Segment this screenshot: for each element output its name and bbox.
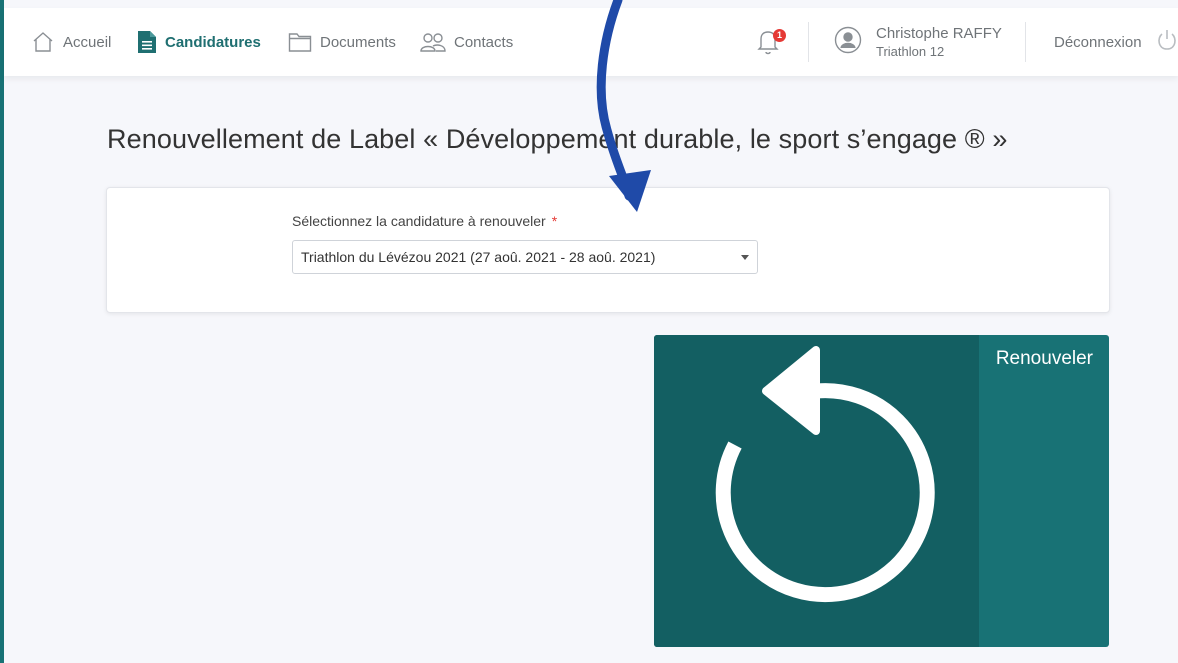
bell-icon	[756, 31, 780, 60]
user-name: Christophe RAFFY	[876, 25, 1002, 42]
header-divider	[1025, 22, 1026, 62]
home-icon	[31, 30, 55, 54]
user-avatar-icon	[834, 26, 862, 59]
logout-button[interactable]: Déconnexion	[1054, 8, 1178, 76]
nav-accueil[interactable]: Accueil	[31, 8, 111, 76]
candidature-select[interactable]: Triathlon du Lévézou 2021 (27 aoû. 2021 …	[292, 240, 758, 274]
notifications-button[interactable]: 1	[756, 26, 786, 58]
renewal-form-card: Sélectionnez la candidature à renouveler…	[106, 187, 1110, 313]
renew-label: Renouveler	[995, 348, 1093, 369]
candidature-select-label: Sélectionnez la candidature à renouveler…	[292, 213, 557, 229]
nav-candidatures-label: Candidatures	[165, 33, 261, 51]
candidature-select-value: Triathlon du Lévézou 2021 (27 aoû. 2021 …	[301, 249, 656, 265]
nav-contacts-label: Contacts	[454, 33, 514, 51]
notification-count-badge: 1	[773, 29, 786, 42]
folder-icon	[288, 31, 312, 53]
nav-documents[interactable]: Documents	[288, 8, 396, 76]
top-navbar: Accueil Candidatures Documents Contacts …	[4, 8, 1178, 76]
page-title: Renouvellement de Label « Développement …	[107, 124, 1008, 154]
document-icon	[137, 30, 157, 54]
user-organization: Triathlon 12	[876, 44, 945, 59]
power-icon	[1156, 28, 1178, 56]
left-accent-bar	[0, 0, 4, 663]
top-strip	[0, 0, 1178, 8]
user-profile[interactable]: Christophe RAFFY Triathlon 12	[834, 20, 1002, 64]
nav-contacts[interactable]: Contacts	[420, 8, 513, 76]
required-asterisk: *	[551, 213, 558, 229]
candidature-select-label-text: Sélectionnez la candidature à renouveler	[292, 213, 546, 229]
logout-label: Déconnexion	[1054, 33, 1142, 51]
user-info: Christophe RAFFY Triathlon 12	[876, 24, 1002, 60]
renew-button-tile[interactable]: Renouveler	[654, 335, 1109, 647]
nav-candidatures[interactable]: Candidatures	[137, 8, 261, 76]
nav-documents-label: Documents	[320, 33, 396, 51]
header-divider	[808, 22, 809, 62]
users-icon	[420, 31, 446, 53]
nav-accueil-label: Accueil	[63, 33, 112, 51]
dropdown-caret-icon	[741, 255, 749, 260]
